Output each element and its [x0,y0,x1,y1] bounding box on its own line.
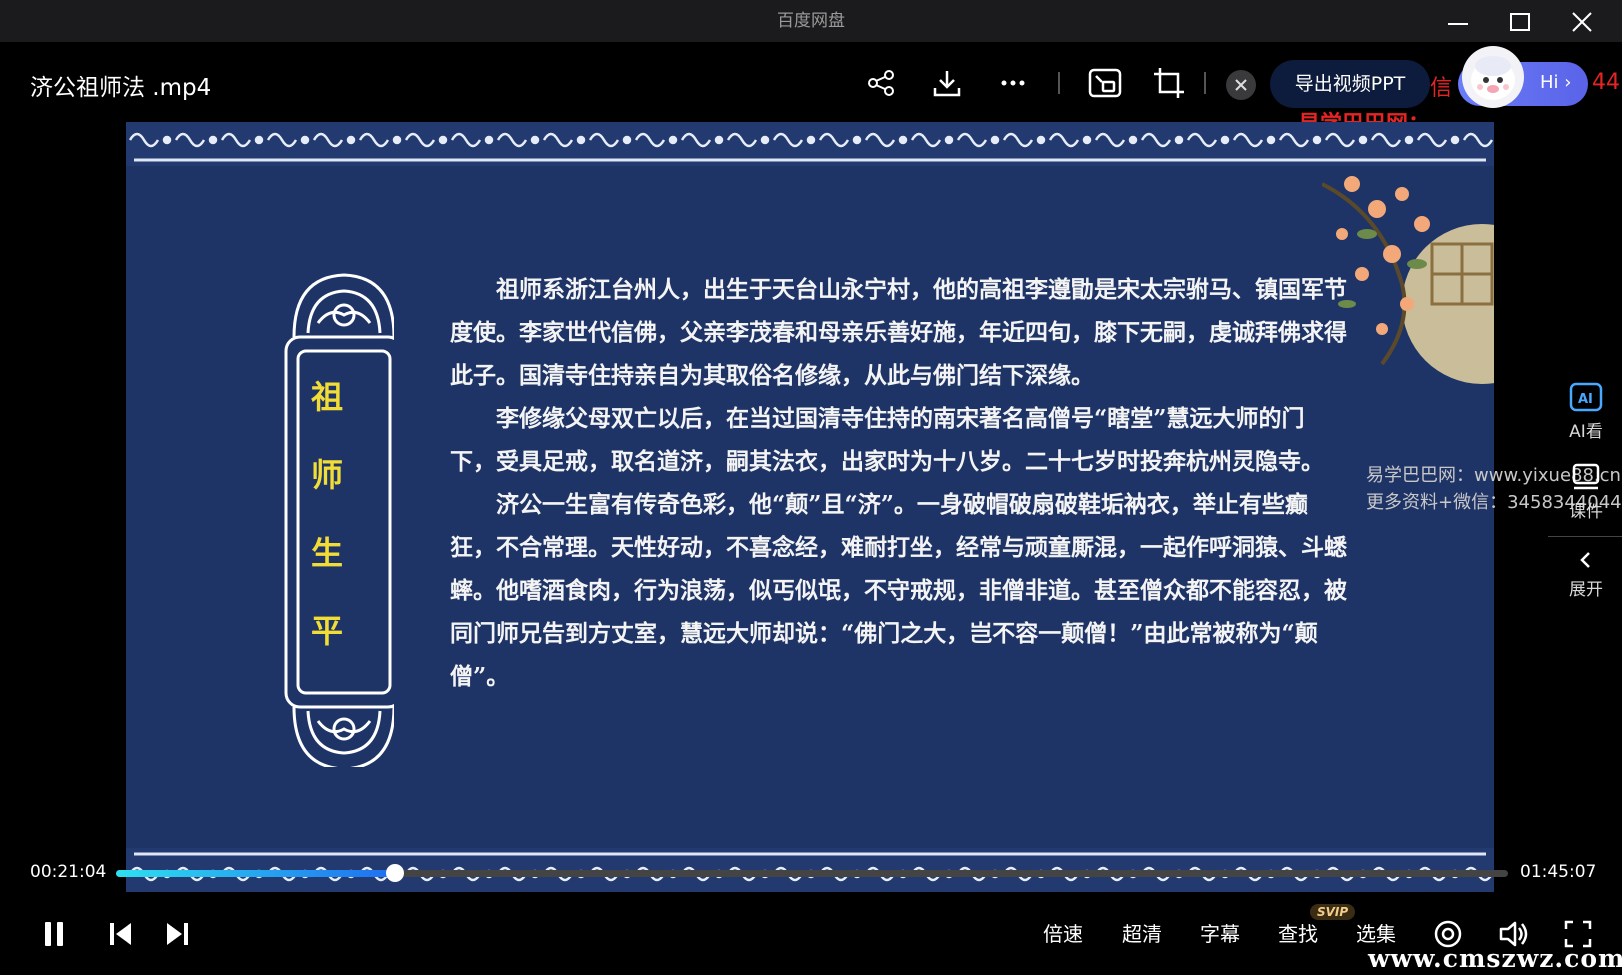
file-title: 济公祖师法 .mp4 [30,75,212,101]
toolbar-divider [1204,72,1206,94]
courseware-label: 课件 [1569,502,1603,522]
slide-body-text: 祖师系浙江台州人，出生于天台山永宁村，他的高祖李遵勖是宋太宗驸马、镇国军节度使。… [450,268,1350,698]
episodes-button[interactable]: 选集 [1356,918,1396,947]
watermark-partial: 信 [1430,76,1453,101]
picture-in-picture-button[interactable] [1088,66,1122,100]
decorative-scroll-frame [284,273,394,767]
close-panel-button[interactable] [1226,70,1256,100]
ornament-border-top [126,122,1494,166]
app-title: 百度网盘 [777,11,845,31]
mascot-avatar[interactable] [1462,46,1524,108]
scroll-char-2: 师 [311,456,344,494]
video-frame[interactable]: 祖 师 生 平 祖师系浙江台州人，出生于天台山永宁村，他的高祖李遵勖是宋太宗驸马… [126,122,1494,892]
svip-badge: SVIP [1310,904,1356,920]
crop-icon [1154,68,1184,98]
close-icon [1235,79,1247,91]
paragraph-1: 祖师系浙江台州人，出生于天台山永宁村，他的高祖李遵勖是宋太宗驸马、镇国军节度使。… [450,276,1347,389]
progress-fill [116,870,395,877]
paragraph-2: 李修缘父母双亡以后，在当过国清寺住持的南宋著名高僧号“瞎堂”慧远大师的门下，受具… [450,405,1324,475]
maximize-button[interactable] [1506,8,1534,36]
maximize-icon [1510,13,1530,31]
skip-forward-icon [167,923,188,945]
download-button[interactable] [930,66,964,100]
paragraph-3: 济公一生富有传奇色彩，他“颠”且“济”。一身破帽破扇破鞋垢衲衣，举止有些癫狂，不… [450,491,1347,690]
hi-label: Hi › [1540,72,1572,93]
expand-label: 展开 [1569,580,1603,600]
pause-icon [45,922,63,946]
speed-button[interactable]: 倍速 [1043,918,1083,947]
watermark-bottom: www.cmszwz.com [1368,944,1622,973]
chevron-left-icon [1580,552,1590,568]
close-window-button[interactable] [1568,8,1596,36]
scroll-char-3: 生 [311,534,344,572]
scroll-char-4: 平 [311,612,344,650]
total-time: 01:45:07 [1520,862,1597,882]
more-icon [1001,80,1025,86]
side-divider [1548,536,1622,537]
minimize-button[interactable] [1444,8,1472,36]
more-button[interactable] [996,66,1030,100]
previous-button[interactable] [100,914,140,954]
pause-button[interactable] [34,914,74,954]
skip-back-icon [110,923,131,945]
progress-knob[interactable] [386,864,404,882]
picture-in-picture-icon [1088,68,1122,98]
ai-icon: AI [1569,382,1603,412]
watermark-partial-2: 44 [1592,70,1620,95]
current-time: 00:21:04 [30,862,107,882]
minimize-icon [1448,23,1468,25]
export-ppt-button[interactable]: 导出视频PPT [1270,60,1430,108]
courseware-button[interactable]: 课件 [1550,462,1622,522]
ai-view-button[interactable]: AI AI看 [1550,382,1622,442]
quality-button[interactable]: 超清 [1122,918,1162,947]
mascot-icon [1471,56,1515,100]
crop-button[interactable] [1152,66,1186,100]
svg-text:AI: AI [1578,392,1593,407]
search-button[interactable]: 查找 [1278,918,1318,947]
subtitle-button[interactable]: 字幕 [1200,918,1240,947]
scroll-char-1: 祖 [311,378,344,416]
next-button[interactable] [158,914,198,954]
courseware-icon [1572,463,1600,490]
share-button[interactable] [864,66,898,100]
expand-button[interactable]: 展开 [1550,550,1622,600]
download-icon [933,71,961,97]
close-icon [1572,12,1592,32]
ai-view-label: AI看 [1569,422,1603,442]
share-icon [868,70,894,96]
toolbar-divider [1058,72,1060,94]
